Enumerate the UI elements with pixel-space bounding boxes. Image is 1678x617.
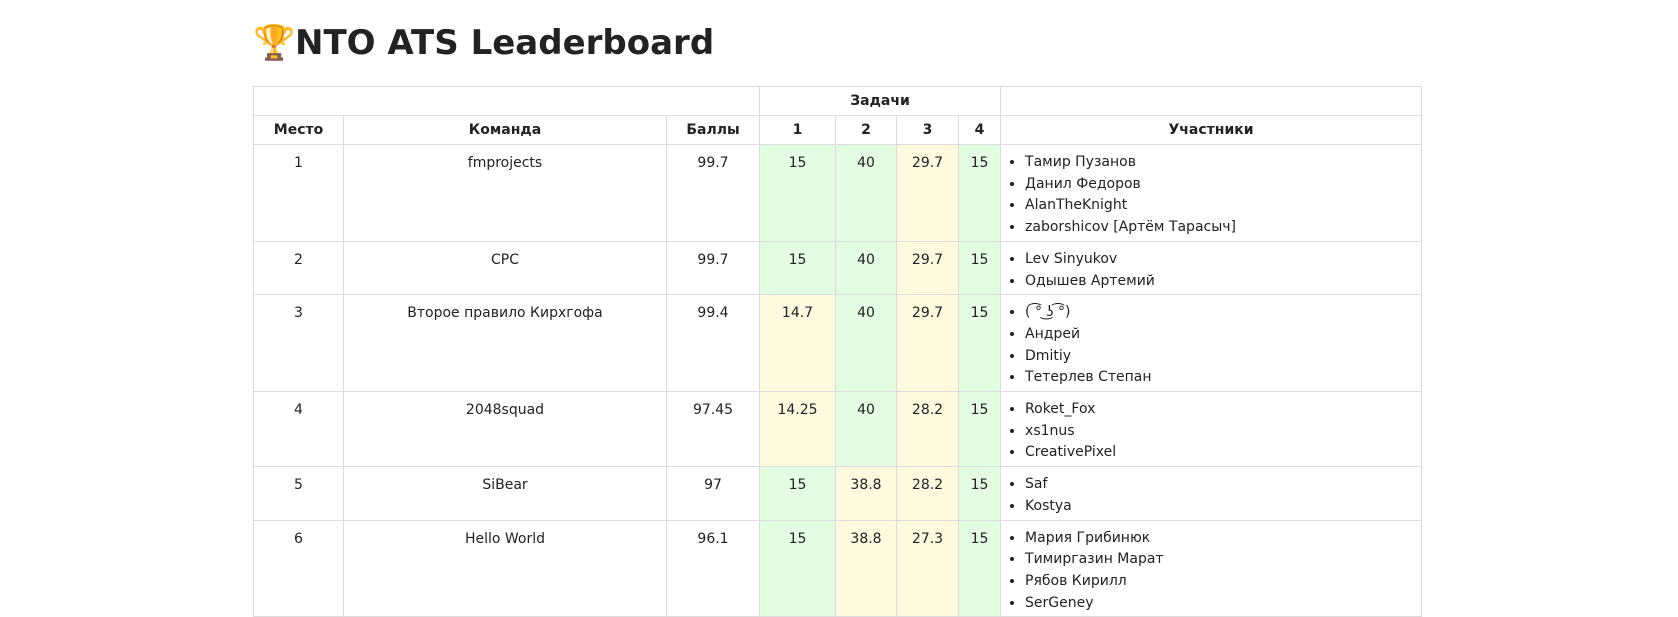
trophy-icon: 🏆 [253, 23, 296, 63]
score-cell: 99.7 [665, 144, 761, 242]
task-1-score-cell: 15 [759, 144, 837, 242]
column-header-task-2: 2 [835, 115, 898, 145]
task-3-score-cell: 28.2 [896, 391, 960, 468]
task-2-score-cell: 40 [835, 294, 898, 393]
place-cell: 6 [253, 519, 344, 617]
score-cell: 99.4 [665, 294, 761, 393]
tasks-group-header: Задачи [759, 86, 1002, 116]
member-item: Тетерлев Степан [1025, 367, 1421, 389]
member-item: Данил Федоров [1025, 174, 1421, 196]
task-1-score-cell: 14.7 [759, 294, 837, 393]
members-cell: Тамир ПузановДанил ФедоровAlanTheKnightz… [1000, 144, 1423, 242]
member-item: Dmitiy [1025, 346, 1421, 368]
task-4-score-cell: 15 [958, 240, 1002, 296]
team-name-cell: fmprojects [343, 144, 667, 242]
place-cell: 2 [253, 240, 344, 296]
member-item: Roket_Fox [1025, 399, 1421, 421]
task-4-score-cell: 15 [958, 144, 1002, 242]
members-list: Мария ГрибинюкТимиргазин МаратРябов Кири… [1001, 528, 1421, 615]
task-1-score-cell: 14.25 [759, 391, 837, 468]
team-name-cell: 2048squad [343, 391, 667, 468]
member-item: Одышев Артемий [1025, 271, 1421, 293]
header-spacer-right [1000, 86, 1423, 116]
members-cell: SafKostya [1000, 466, 1423, 521]
task-1-score-cell: 15 [759, 240, 837, 296]
team-name-cell: Второе правило Кирхгофа [343, 294, 667, 393]
member-item: AlanTheKnight [1025, 195, 1421, 217]
table-row: 3 Второе правило Кирхгофа 99.4 14.7 40 29.7 15… [253, 294, 1423, 393]
member-item: CreativePixel [1025, 442, 1421, 464]
member-item: zaborshicov [Артём Тарасыч] [1025, 217, 1421, 239]
column-header-task-3: 3 [896, 115, 960, 145]
table-row: 1fmprojects99.7154029.715Тамир ПузановДа… [253, 144, 1423, 242]
members-list: Тамир ПузановДанил ФедоровAlanTheKnightz… [1001, 152, 1421, 239]
task-4-score-cell: 15 [958, 466, 1002, 521]
members-cell: Roket_Foxxs1nusCreativePixel [1000, 391, 1423, 468]
member-item: Lev Sinyukov [1025, 249, 1421, 271]
member-item: xs1nus [1025, 421, 1421, 443]
members-cell: ( ͡° ͜ʖ ͡°)АндрейDmitiyТетерлев Степан [1000, 294, 1423, 393]
task-3-score-cell: 29.7 [896, 144, 960, 242]
table-row: 42048squad97.4514.254028.215Roket_Foxxs1… [253, 391, 1423, 468]
leaderboard-page: 🏆NTO ATS Leaderboard Задачи Место Команд… [252, 0, 1423, 617]
team-name-cell: SiBear [343, 466, 667, 521]
header-spacer [252, 86, 761, 116]
task-2-score-cell: 40 [835, 144, 898, 242]
table-row: 5SiBear971538.828.215SafKostya [253, 466, 1423, 521]
member-item: Kostya [1025, 496, 1421, 518]
column-header-score: Баллы [665, 115, 761, 145]
task-1-score-cell: 15 [759, 519, 837, 617]
table-row: 6Hello World96.11538.827.315Мария Грибин… [253, 519, 1423, 617]
members-cell: Мария ГрибинюкТимиргазин МаратРябов Кири… [1000, 519, 1423, 617]
member-item: ( ͡° ͜ʖ ͡°) [1025, 302, 1421, 324]
task-3-score-cell: 29.7 [896, 294, 960, 393]
task-2-score-cell: 38.8 [835, 466, 898, 521]
page-title-text: NTO ATS Leaderboard [295, 23, 715, 63]
place-cell: 3 [253, 294, 344, 393]
member-item: Рябов Кирилл [1025, 571, 1421, 593]
score-cell: 99.7 [665, 240, 761, 296]
column-header-members: Участники [1000, 115, 1423, 145]
column-header-place: Место [253, 115, 344, 145]
table-row: 2CPC99.7154029.715Lev SinyukovОдышев Арт… [253, 240, 1423, 296]
column-header-team: Команда [343, 115, 667, 145]
score-cell: 97.45 [665, 391, 761, 468]
leaderboard-table: Задачи Место Команда Баллы 1 2 3 4 Участ… [252, 86, 1423, 617]
task-4-score-cell: 15 [958, 391, 1002, 468]
team-name-cell: CPC [343, 240, 667, 296]
task-4-score-cell: 15 [958, 294, 1002, 393]
place-cell: 4 [253, 391, 344, 468]
task-1-score-cell: 15 [759, 466, 837, 521]
members-list: Lev SinyukovОдышев Артемий [1001, 249, 1421, 292]
member-item: Андрей [1025, 324, 1421, 346]
members-list: ( ͡° ͜ʖ ͡°)АндрейDmitiyТетерлев Степан [1001, 302, 1421, 389]
task-3-score-cell: 28.2 [896, 466, 960, 521]
task-2-score-cell: 40 [835, 391, 898, 468]
column-header-task-1: 1 [759, 115, 837, 145]
members-cell: Lev SinyukovОдышев Артемий [1000, 240, 1423, 296]
page-title: 🏆NTO ATS Leaderboard [253, 0, 1421, 64]
member-item: Мария Грибинюк [1025, 528, 1421, 550]
member-item: Saf [1025, 474, 1421, 496]
score-cell: 97 [665, 466, 761, 521]
member-item: Тамир Пузанов [1025, 152, 1421, 174]
members-list: SafKostya [1001, 474, 1421, 517]
members-list: Roket_Foxxs1nusCreativePixel [1001, 399, 1421, 464]
team-name-cell: Hello World [343, 519, 667, 617]
task-4-score-cell: 15 [958, 519, 1002, 617]
task-3-score-cell: 29.7 [896, 240, 960, 296]
member-item: Тимиргазин Марат [1025, 549, 1421, 571]
place-cell: 1 [253, 144, 344, 242]
column-header-task-4: 4 [958, 115, 1002, 145]
task-3-score-cell: 27.3 [896, 519, 960, 617]
member-item: SerGeney [1025, 593, 1421, 615]
task-2-score-cell: 40 [835, 240, 898, 296]
task-2-score-cell: 38.8 [835, 519, 898, 617]
score-cell: 96.1 [665, 519, 761, 617]
place-cell: 5 [253, 466, 344, 521]
